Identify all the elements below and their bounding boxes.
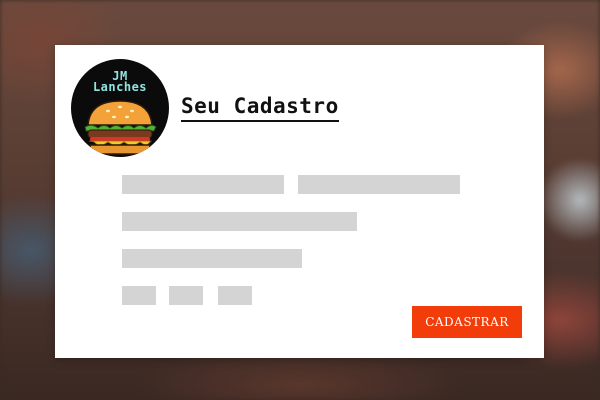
first-name-field[interactable] — [122, 175, 284, 194]
option-field-3[interactable] — [218, 286, 252, 305]
registration-card: JM Lanches Seu Cadastro CADASTRAR — [55, 45, 544, 358]
phone-field[interactable] — [122, 249, 302, 268]
email-field[interactable] — [122, 212, 357, 231]
brand-logo: JM Lanches — [71, 59, 169, 157]
burger-icon — [84, 100, 157, 155]
option-field-2[interactable] — [169, 286, 203, 305]
logo-text-line2: Lanches — [92, 80, 148, 94]
submit-button[interactable]: CADASTRAR — [412, 306, 522, 338]
last-name-field[interactable] — [298, 175, 460, 194]
page-title: Seu Cadastro — [181, 94, 339, 122]
option-field-1[interactable] — [122, 286, 156, 305]
